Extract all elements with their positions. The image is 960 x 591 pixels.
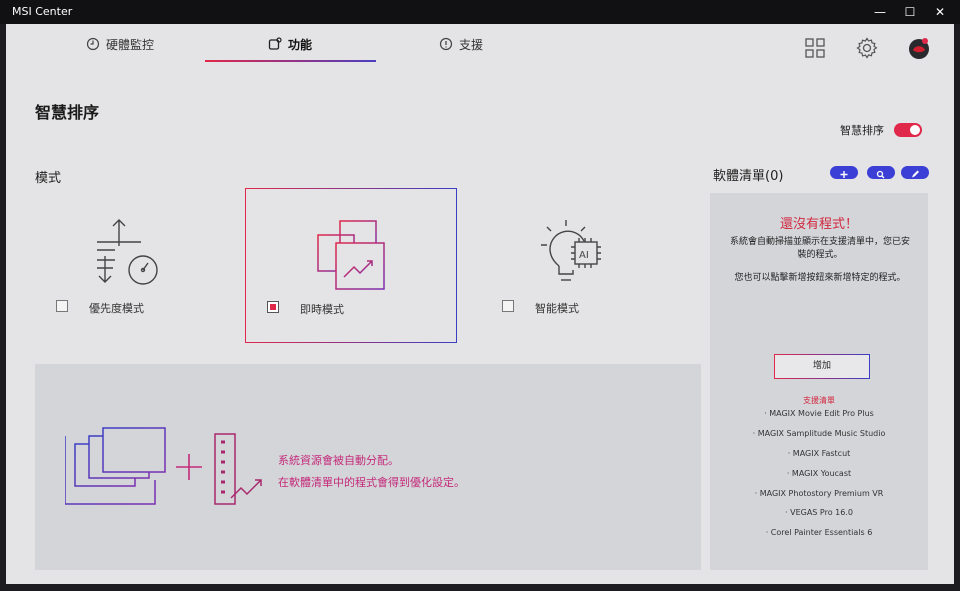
- ai-mode-icon: AI: [541, 220, 601, 281]
- supported-item: · MAGIX Samplitude Music Studio: [752, 429, 886, 438]
- illustration-icon: [65, 427, 262, 507]
- supported-item: · Corel Painter Essentials 6: [765, 528, 873, 537]
- app-window: MSI Center — ☐ ✕ 硬體監控 功能 支援 智慧排序 智慧排序 模式…: [0, 0, 960, 591]
- active-tab-indicator: [205, 60, 376, 62]
- edit-icon: [912, 170, 919, 178]
- edit-program-button[interactable]: [901, 166, 929, 179]
- title-bar: MSI Center — ☐ ✕: [0, 0, 960, 24]
- realtime-mode-checkbox[interactable]: [267, 301, 279, 313]
- priority-mode-checkbox[interactable]: [56, 300, 68, 312]
- supported-item: · VEGAS Pro 16.0: [785, 508, 853, 517]
- software-list-panel: 還沒有程式！ 系統會自動掃描並顯示在支援清單中，您已安裝的程式。 您也可以點擊新…: [710, 193, 928, 570]
- tab-hardware-monitor[interactable]: 硬體監控: [86, 24, 154, 64]
- mode-card-ai[interactable]: AI 智能模式: [481, 188, 693, 343]
- support-icon: [439, 37, 453, 51]
- supported-item: · MAGIX Fastcut: [787, 449, 851, 458]
- app-title: MSI Center: [12, 5, 73, 18]
- mode-section-label: 模式: [35, 171, 62, 186]
- ai-mode-checkbox[interactable]: [502, 300, 514, 312]
- tab-label: 功能: [288, 37, 313, 52]
- function-icon: [268, 37, 282, 50]
- clock-icon: [86, 37, 100, 51]
- realtime-mode-icon: [317, 220, 385, 290]
- tab-support[interactable]: 支援: [439, 24, 483, 64]
- software-list-title: 軟體清單(0): [713, 169, 784, 184]
- maximize-icon[interactable]: ☐: [895, 0, 925, 24]
- svg-text:AI: AI: [579, 250, 589, 261]
- supported-item: · MAGIX Photostory Premium VR: [754, 489, 884, 498]
- mode-label: 智能模式: [535, 302, 579, 315]
- smart-priority-toggle[interactable]: [894, 123, 922, 137]
- mode-label: 即時模式: [300, 303, 344, 316]
- search-icon: [876, 170, 885, 179]
- main-content: 硬體監控 功能 支援 智慧排序 智慧排序 模式 優先度模式 即時模式 AI 智能…: [6, 24, 954, 584]
- toggle-knob: [910, 125, 920, 135]
- gear-icon[interactable]: [855, 36, 879, 60]
- mode-label: 優先度模式: [89, 302, 144, 315]
- mode-card-priority[interactable]: 優先度模式: [35, 188, 247, 343]
- tab-label: 硬體監控: [106, 37, 155, 52]
- plus-icon: [840, 171, 848, 178]
- desc-1: 系統會自動掃描並顯示在支援清單中，您已安裝的程式。: [730, 237, 911, 260]
- toggle-label: 智慧排序: [840, 124, 884, 137]
- info-line-1: 系統資源會被自動分配。: [278, 454, 399, 467]
- priority-mode-icon: [97, 219, 158, 285]
- tab-label: 支援: [459, 37, 484, 52]
- minimize-icon[interactable]: —: [865, 0, 895, 24]
- avatar[interactable]: [907, 36, 931, 60]
- page-title: 智慧排序: [35, 103, 100, 122]
- mode-card-realtime[interactable]: 即時模式: [245, 188, 457, 343]
- add-program-button[interactable]: [830, 166, 858, 179]
- supported-list-title: 支援清單: [803, 396, 835, 405]
- supported-item: · MAGIX Movie Edit Pro Plus: [764, 409, 874, 418]
- supported-item: · MAGIX Youcast: [786, 469, 852, 478]
- empty-title: 還沒有程式！: [779, 217, 858, 232]
- info-line-2: 在軟體清單中的程式會得到優化設定。: [278, 476, 465, 489]
- tab-features[interactable]: 功能: [268, 24, 312, 64]
- add-button[interactable]: 增加: [774, 354, 870, 379]
- desc-2: 您也可以點擊新增按鈕來新增特定的程式。: [734, 273, 906, 283]
- search-program-button[interactable]: [867, 166, 895, 179]
- mode-info-panel: 系統資源會被自動分配。 在軟體清單中的程式會得到優化設定。: [35, 364, 701, 570]
- grid-icon[interactable]: [803, 36, 827, 60]
- close-icon[interactable]: ✕: [925, 0, 955, 24]
